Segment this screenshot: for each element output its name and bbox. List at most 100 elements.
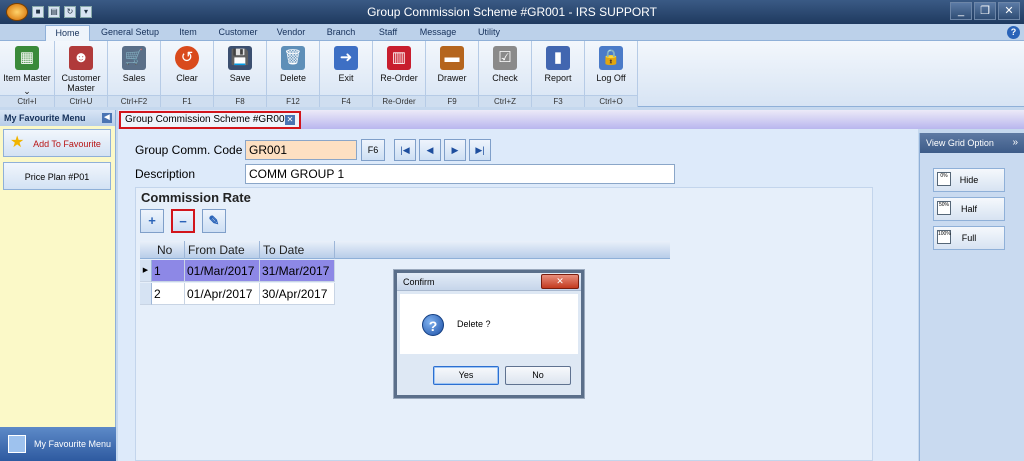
cell-from-date[interactable]: 01/Apr/2017 (185, 283, 260, 305)
document-tab-strip: Group Commission Scheme #GR001 ✕ (118, 110, 1024, 129)
grid-full-icon: 100% (937, 230, 951, 244)
row-selector (140, 283, 152, 305)
cell-no[interactable]: 2 (152, 283, 185, 305)
cell-to-date[interactable]: 31/Mar/2017 (260, 260, 335, 282)
report-chart-icon: ▮ (546, 46, 570, 70)
reorder-button[interactable]: ▥ Re-Order Re-Order (373, 41, 426, 107)
previous-record-button[interactable]: ◀ (419, 139, 441, 161)
group-code-field[interactable]: GR001 (245, 140, 357, 160)
tab-general-setup[interactable]: General Setup (95, 25, 165, 41)
description-field[interactable]: COMM GROUP 1 (245, 164, 675, 184)
drawer-icon: ▬ (440, 46, 464, 70)
grid-header: No From Date To Date (140, 241, 670, 259)
confirm-dialog: Confirm ✕ ? Delete ? Yes No (394, 270, 584, 398)
customer-master-button[interactable]: ☻ Customer Master ⌄ Ctrl+U (55, 41, 108, 107)
favourite-panel-header: My Favourite Menu ◀ (0, 110, 115, 126)
next-record-button[interactable]: ▶ (444, 139, 466, 161)
title-bar: ■ ▤ ↻ ▾ Group Commission Scheme #GR001 -… (0, 0, 1024, 24)
reorder-shortcut: Re-Order (373, 95, 425, 107)
tab-vendor[interactable]: Vendor (268, 25, 314, 41)
help-icon[interactable]: ? (1007, 26, 1020, 39)
delete-button[interactable]: 🗑 Delete F12 (267, 41, 320, 107)
collapse-panel-icon[interactable]: ◀ (102, 113, 112, 123)
row-selector-icon: ▶ (140, 260, 152, 282)
close-tab-icon[interactable]: ✕ (285, 115, 295, 125)
remove-row-button[interactable]: − (171, 209, 195, 233)
log-off-shortcut: Ctrl+O (585, 95, 637, 107)
save-shortcut: F8 (214, 95, 266, 107)
tab-utility[interactable]: Utility (468, 25, 510, 41)
ribbon-toolbar: ▦ Item Master ⌄ Ctrl+I ☻ Customer Master… (0, 41, 1024, 107)
customer-master-shortcut: Ctrl+U (55, 95, 107, 107)
last-record-button[interactable]: ▶| (469, 139, 491, 161)
clear-button[interactable]: ↺ Clear F1 (161, 41, 214, 107)
item-master-button[interactable]: ▦ Item Master ⌄ Ctrl+I (0, 41, 55, 107)
column-header-no[interactable]: No (154, 241, 185, 259)
report-button[interactable]: ▮ Report F3 (532, 41, 585, 107)
expand-chevron-icon[interactable]: » (1012, 133, 1018, 153)
tab-message[interactable]: Message (412, 25, 464, 41)
f6-lookup-button[interactable]: F6 (361, 139, 385, 161)
favourite-menu-footer[interactable]: My Favourite Menu (0, 427, 116, 461)
add-row-button[interactable]: + (140, 209, 164, 233)
delete-shortcut: F12 (267, 95, 319, 107)
grid-hide-button[interactable]: 0% Hide (933, 168, 1005, 192)
customer-master-icon: ☻ (69, 46, 93, 70)
view-grid-option-title: View Grid Option (926, 138, 994, 148)
document-tab-active[interactable]: Group Commission Scheme #GR001 ✕ (119, 111, 301, 129)
tab-home[interactable]: Home (45, 25, 90, 41)
grid-half-button[interactable]: 50% Half (933, 197, 1005, 221)
column-header-from-date[interactable]: From Date (185, 241, 260, 259)
description-label: Description (135, 167, 196, 181)
tab-customer[interactable]: Customer (212, 25, 264, 41)
column-header-to-date[interactable]: To Date (260, 241, 335, 259)
favourite-item-price-plan[interactable]: Price Plan #P01 (3, 162, 111, 190)
grid-full-button[interactable]: 100% Full (933, 226, 1005, 250)
check-button[interactable]: ☑ Check Ctrl+Z (479, 41, 532, 107)
log-off-button[interactable]: 🔒 Log Off Ctrl+O (585, 41, 638, 107)
save-label: Save (229, 73, 251, 83)
dialog-body: ? Delete ? (400, 294, 578, 354)
add-to-favourite-label: Add To Favourite (33, 139, 101, 149)
first-record-button[interactable]: |◀ (394, 139, 416, 161)
grid-full-label: Full (961, 233, 977, 243)
tab-item[interactable]: Item (168, 25, 208, 41)
window-controls: _ ❐ ✕ (950, 2, 1020, 20)
dialog-message: Delete ? (457, 319, 491, 329)
drawer-button[interactable]: ▬ Drawer F9 (426, 41, 479, 107)
tab-staff[interactable]: Staff (368, 25, 408, 41)
edit-row-button[interactable]: ✎ (202, 209, 226, 233)
report-label: Report (544, 73, 572, 83)
log-off-lock-icon: 🔒 (599, 46, 623, 70)
exit-shortcut: F4 (320, 95, 372, 107)
exit-button[interactable]: ➜ Exit F4 (320, 41, 373, 107)
favourite-footer-label: My Favourite Menu (34, 439, 112, 449)
question-icon: ? (422, 314, 444, 336)
drawer-label: Drawer (437, 73, 467, 83)
cell-no[interactable]: 1 (152, 260, 185, 282)
view-grid-option-header[interactable]: View Grid Option » (920, 133, 1024, 153)
no-button[interactable]: No (505, 366, 571, 385)
tab-branch[interactable]: Branch (318, 25, 364, 41)
add-to-favourite-button[interactable]: ★ Add To Favourite (3, 129, 111, 157)
sales-button[interactable]: 🛒 Sales Ctrl+F2 (108, 41, 161, 107)
close-window-button[interactable]: ✕ (998, 2, 1020, 20)
maximize-button[interactable]: ❐ (974, 2, 996, 20)
sales-label: Sales (122, 73, 146, 83)
favourite-panel-title: My Favourite Menu (4, 113, 86, 123)
dialog-close-button[interactable]: ✕ (541, 274, 579, 289)
sales-cart-icon: 🛒 (122, 46, 146, 70)
save-button[interactable]: 💾 Save F8 (214, 41, 267, 107)
cell-from-date[interactable]: 01/Mar/2017 (185, 260, 260, 282)
cell-to-date[interactable]: 30/Apr/2017 (260, 283, 335, 305)
favourite-panel: My Favourite Menu ◀ ★ Add To Favourite P… (0, 110, 116, 461)
delete-label: Delete (279, 73, 306, 83)
yes-button[interactable]: Yes (433, 366, 499, 385)
check-shortcut: Ctrl+Z (479, 95, 531, 107)
item-master-icon: ▦ (15, 46, 39, 70)
exit-icon: ➜ (334, 46, 358, 70)
minimize-button[interactable]: _ (950, 2, 972, 20)
favourite-menu-icon (8, 435, 26, 453)
clear-shortcut: F1 (161, 95, 213, 107)
grid-hide-icon: 0% (937, 172, 951, 186)
